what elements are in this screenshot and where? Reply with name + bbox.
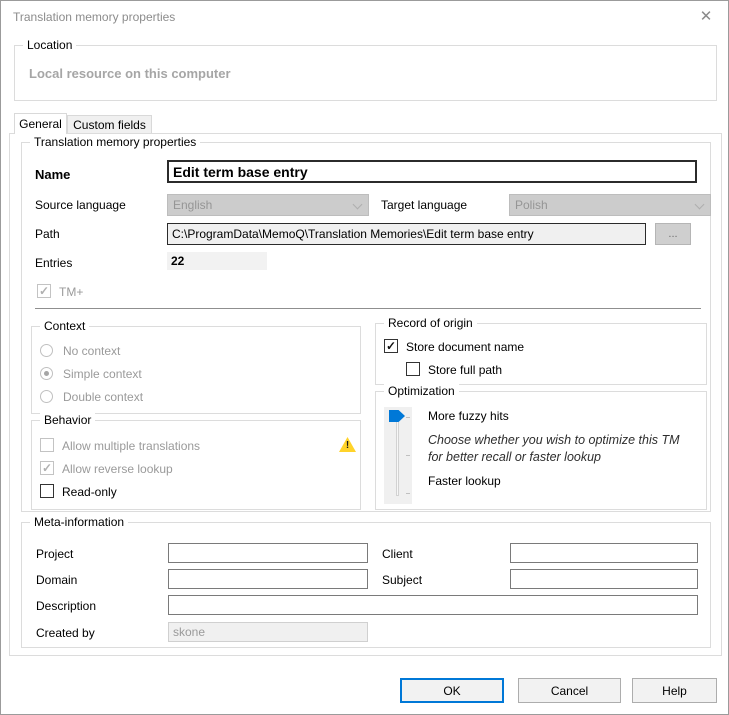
dialog-title: Translation memory properties bbox=[13, 10, 175, 24]
slider-thumb[interactable] bbox=[389, 410, 405, 422]
allow-multiple-translations-checkbox[interactable] bbox=[40, 438, 54, 452]
optimization-groupbox: Optimization More fuzzy hits Choose whet… bbox=[375, 391, 707, 510]
warning-icon bbox=[339, 437, 356, 452]
project-label: Project bbox=[36, 547, 73, 561]
meta-information-groupbox: Meta-information Project Client Domain S… bbox=[21, 522, 711, 648]
chevron-down-icon bbox=[695, 200, 705, 210]
description-input[interactable] bbox=[168, 595, 698, 615]
created-by-input bbox=[168, 622, 368, 642]
read-only-checkbox[interactable] bbox=[40, 484, 54, 498]
store-document-name-label: Store document name bbox=[406, 340, 524, 354]
tab-general[interactable]: General bbox=[14, 113, 67, 134]
close-icon[interactable]: ✕ bbox=[696, 7, 716, 27]
tab-custom-fields-label: Custom fields bbox=[73, 118, 146, 132]
optimization-description: Choose whether you wish to optimize this… bbox=[428, 432, 696, 466]
location-groupbox: Location Local resource on this computer bbox=[14, 45, 717, 101]
name-input[interactable] bbox=[167, 160, 697, 183]
source-language-value: English bbox=[173, 198, 212, 212]
double-context-label: Double context bbox=[63, 390, 143, 404]
source-language-select[interactable]: English bbox=[167, 194, 369, 216]
cancel-button[interactable]: Cancel bbox=[518, 678, 621, 703]
source-language-label: Source language bbox=[35, 198, 126, 212]
domain-input[interactable] bbox=[168, 569, 368, 589]
allow-reverse-lookup-checkbox[interactable] bbox=[40, 461, 54, 475]
location-value: Local resource on this computer bbox=[29, 66, 231, 81]
entries-label: Entries bbox=[35, 256, 72, 270]
client-label: Client bbox=[382, 547, 413, 561]
path-input[interactable] bbox=[167, 223, 646, 245]
tm-properties-groupbox-label: Translation memory properties bbox=[30, 135, 200, 149]
domain-label: Domain bbox=[36, 573, 77, 587]
no-context-radio[interactable] bbox=[40, 344, 53, 357]
title-bar: Translation memory properties ✕ bbox=[1, 1, 728, 33]
client-input[interactable] bbox=[510, 543, 698, 563]
name-label: Name bbox=[35, 167, 70, 182]
tm-plus-label: TM+ bbox=[59, 285, 83, 299]
store-full-path-checkbox[interactable] bbox=[406, 362, 420, 376]
more-fuzzy-hits-label: More fuzzy hits bbox=[428, 409, 509, 423]
slider-groove bbox=[396, 415, 399, 496]
subject-input[interactable] bbox=[510, 569, 698, 589]
project-input[interactable] bbox=[168, 543, 368, 563]
slider-tick bbox=[406, 417, 410, 418]
read-only-label: Read-only bbox=[62, 485, 117, 499]
optimization-slider[interactable] bbox=[384, 407, 412, 504]
slider-tick bbox=[406, 455, 410, 456]
context-groupbox: Context No context Simple context Double… bbox=[31, 326, 361, 414]
faster-lookup-label: Faster lookup bbox=[428, 474, 501, 488]
chevron-down-icon bbox=[353, 200, 363, 210]
target-language-select[interactable]: Polish bbox=[509, 194, 711, 216]
tm-plus-checkbox[interactable] bbox=[37, 284, 51, 298]
entries-value: 22 bbox=[167, 252, 267, 270]
simple-context-label: Simple context bbox=[63, 367, 142, 381]
slider-tick bbox=[406, 493, 410, 494]
ok-button[interactable]: OK bbox=[400, 678, 504, 703]
browse-button[interactable]: ... bbox=[655, 223, 691, 245]
location-groupbox-label: Location bbox=[23, 38, 76, 52]
store-document-name-checkbox[interactable] bbox=[384, 339, 398, 353]
record-of-origin-groupbox: Record of origin Store document name Sto… bbox=[375, 323, 707, 385]
subject-label: Subject bbox=[382, 573, 422, 587]
allow-reverse-lookup-label: Allow reverse lookup bbox=[62, 462, 173, 476]
translation-memory-properties-dialog: Translation memory properties ✕ Location… bbox=[0, 0, 729, 715]
behavior-groupbox-label: Behavior bbox=[40, 413, 95, 427]
behavior-groupbox: Behavior Allow multiple translations All… bbox=[31, 420, 361, 510]
context-groupbox-label: Context bbox=[40, 319, 89, 333]
tab-general-label: General bbox=[19, 117, 62, 131]
target-language-label: Target language bbox=[381, 198, 467, 212]
record-of-origin-groupbox-label: Record of origin bbox=[384, 316, 477, 330]
double-context-radio[interactable] bbox=[40, 390, 53, 403]
tab-custom-fields[interactable]: Custom fields bbox=[67, 115, 152, 134]
separator bbox=[35, 308, 701, 309]
help-button[interactable]: Help bbox=[632, 678, 717, 703]
simple-context-radio[interactable] bbox=[40, 367, 53, 380]
optimization-groupbox-label: Optimization bbox=[384, 384, 459, 398]
allow-multiple-translations-label: Allow multiple translations bbox=[62, 439, 200, 453]
path-label: Path bbox=[35, 227, 60, 241]
created-by-label: Created by bbox=[36, 626, 95, 640]
description-label: Description bbox=[36, 599, 96, 613]
meta-information-groupbox-label: Meta-information bbox=[30, 515, 128, 529]
target-language-value: Polish bbox=[515, 198, 548, 212]
no-context-label: No context bbox=[63, 344, 120, 358]
store-full-path-label: Store full path bbox=[428, 363, 502, 377]
